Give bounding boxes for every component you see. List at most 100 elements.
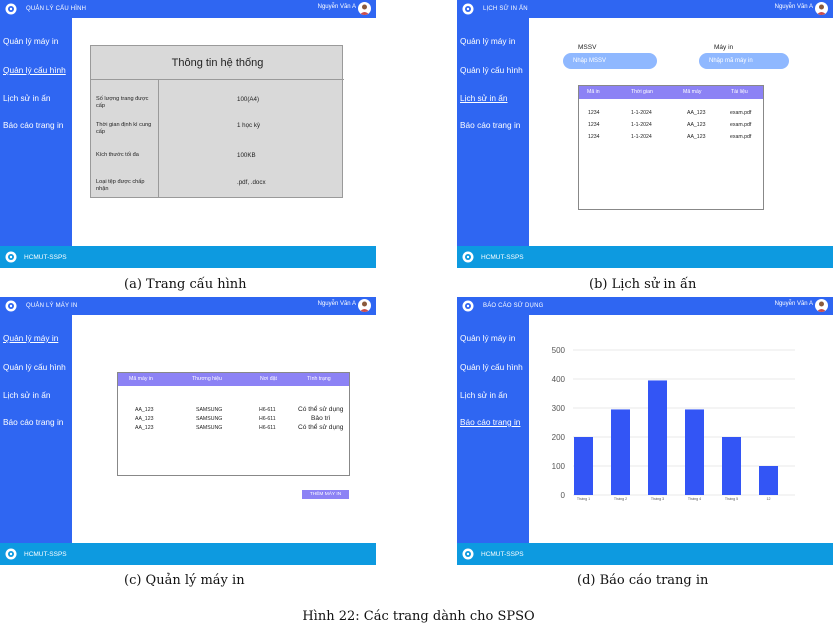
sidebar-item-printers[interactable]: Quản lý máy in <box>460 36 515 46</box>
table-cell: SAMSUNG <box>196 416 223 422</box>
table-cell: 1234 <box>588 122 600 128</box>
sidebar-item-history[interactable]: Lịch sử in ấn <box>460 390 508 400</box>
x-tick-label: Tháng 4 <box>688 497 701 501</box>
x-tick-label: Tháng 5 <box>725 497 738 501</box>
column-header: Thương hiệu <box>192 376 222 382</box>
x-tick-label: 12 <box>767 497 771 501</box>
printer-label: Máy in <box>714 44 734 51</box>
card-title: Thông tin hệ thống <box>91 46 344 80</box>
table-cell: H6-611 <box>259 407 276 413</box>
sidebar-item-printers[interactable]: Quản lý máy in <box>3 333 58 343</box>
printer-table: Mã máy in Thương hiệu Nơi đặt Tình trạng… <box>117 372 350 476</box>
sidebar-item-report[interactable]: Báo cáo trang in <box>460 417 520 427</box>
app-name: HCMUT-SSPS <box>24 550 67 558</box>
table-cell: AA_123 <box>135 425 154 431</box>
header-bar: QUẢN LÝ MÁY IN Nguyễn Văn A <box>0 297 376 315</box>
sidebar-item-report[interactable]: Báo cáo trang in <box>3 120 63 130</box>
panel-report: BÁO CÁO SỬ DỤNG Nguyễn Văn A Quản lý máy… <box>457 297 833 565</box>
y-tick-label: 400 <box>552 375 566 384</box>
sidebar-item-printers[interactable]: Quản lý máy in <box>3 36 58 46</box>
avatar[interactable] <box>815 2 828 15</box>
sidebar-item-config[interactable]: Quản lý cấu hình <box>3 65 66 75</box>
mssv-label: MSSV <box>578 44 597 51</box>
table-cell: AA_123 <box>135 416 154 422</box>
app-name: HCMUT-SSPS <box>24 253 67 261</box>
table-cell: AA_123 <box>135 407 154 413</box>
add-printer-button[interactable]: THÊM MÁY IN <box>302 490 349 499</box>
sidebar-item-config[interactable]: Quản lý cấu hình <box>3 362 66 372</box>
system-info-card: Thông tin hệ thống Số lượng trang được c… <box>90 45 344 198</box>
header-bar: BÁO CÁO SỬ DỤNG Nguyễn Văn A <box>457 297 833 315</box>
row-value: 1 học kỳ <box>237 122 261 129</box>
table-cell: 1-1-2024 <box>631 134 652 140</box>
footer-bar: HCMUT-SSPS <box>0 543 376 565</box>
usage-bar-chart: 0 100 200 300 400 500 Tháng 1 Tháng 2 Tháng 3 Thá… <box>552 346 795 501</box>
app-name: HCMUT-SSPS <box>481 253 524 261</box>
caption-a: (a) Trang cấu hình <box>124 277 247 292</box>
y-tick-label: 300 <box>552 404 566 413</box>
row-label: Loại tệp được chấp nhận <box>96 179 145 192</box>
app-logo-icon <box>461 2 475 16</box>
panel-printers: QUẢN LÝ MÁY IN Nguyễn Văn A Quản lý máy … <box>0 297 376 565</box>
column-header: Tài liệu <box>731 89 748 95</box>
app-logo-icon <box>4 2 18 16</box>
avatar[interactable] <box>815 299 828 312</box>
column-header: Thời gian <box>631 89 653 95</box>
avatar[interactable] <box>358 2 371 15</box>
user-name[interactable]: Nguyễn Văn A <box>318 4 356 10</box>
column-header: Nơi đặt <box>260 376 277 382</box>
app-name: HCMUT-SSPS <box>481 550 524 558</box>
sidebar-item-config[interactable]: Quản lý cấu hình <box>460 362 523 372</box>
panel-config: QUẢN LÝ CẤU HÌNH Nguyễn Văn A Quản lý má… <box>0 0 376 268</box>
page-header-title: LỊCH SỬ IN ẤN <box>483 6 528 12</box>
sidebar-item-config[interactable]: Quản lý cấu hình <box>460 65 523 75</box>
panel-history: LỊCH SỬ IN ẤN Nguyễn Văn A Quản lý máy i… <box>457 0 833 268</box>
table-cell: SAMSUNG <box>196 425 223 431</box>
caption-b: (b) Lịch sử in ấn <box>589 277 697 292</box>
page-header-title: QUẢN LÝ CẤU HÌNH <box>26 6 87 12</box>
app-logo-icon <box>461 299 475 313</box>
bar <box>611 409 630 495</box>
bar <box>685 409 704 495</box>
sidebar-item-report[interactable]: Báo cáo trang in <box>3 417 63 427</box>
sidebar-item-history[interactable]: Lịch sử in ấn <box>460 93 508 103</box>
sidebar: Quản lý máy in Quản lý cấu hình Lịch sử … <box>0 315 72 543</box>
bar <box>648 380 667 495</box>
sidebar-item-history[interactable]: Lịch sử in ấn <box>3 93 51 103</box>
x-tick-label: Tháng 3 <box>651 497 664 501</box>
bar <box>722 437 741 495</box>
row-value: 100(A4) <box>237 96 260 103</box>
sidebar-item-printers[interactable]: Quản lý máy in <box>460 333 515 343</box>
table-cell: AA_123 <box>687 122 706 128</box>
user-name[interactable]: Nguyễn Văn A <box>318 301 356 307</box>
header-bar: QUẢN LÝ CẤU HÌNH Nguyễn Văn A <box>0 0 376 18</box>
footer-bar: HCMUT-SSPS <box>457 246 833 268</box>
table-cell: H6-611 <box>259 425 276 431</box>
printer-input[interactable]: Nhập mã máy in <box>699 53 789 69</box>
footer-bar: HCMUT-SSPS <box>0 246 376 268</box>
status-text: Bảo trì <box>311 415 331 422</box>
table-cell: 1234 <box>588 134 600 140</box>
y-tick-label: 0 <box>561 491 566 500</box>
user-name[interactable]: Nguyễn Văn A <box>775 4 813 10</box>
x-tick-label: Tháng 2 <box>614 497 627 501</box>
table-cell: exam.pdf <box>730 134 752 140</box>
row-label: Số lượng trang được cấp <box>96 96 149 109</box>
page-header-title: BÁO CÁO SỬ DỤNG <box>483 303 544 309</box>
app-logo-icon <box>461 547 475 561</box>
sidebar-item-report[interactable]: Báo cáo trang in <box>460 120 520 130</box>
table-cell: 1234 <box>588 110 600 116</box>
sidebar: Quản lý máy in Quản lý cấu hình Lịch sử … <box>457 18 529 246</box>
figure-caption: Hình 22: Các trang dành cho SPSO <box>302 609 535 624</box>
table-cell: exam.pdf <box>730 122 752 128</box>
column-header: Tình trạng <box>307 376 331 382</box>
bar <box>759 466 778 495</box>
y-tick-label: 200 <box>552 433 566 442</box>
user-name[interactable]: Nguyễn Văn A <box>775 301 813 307</box>
app-logo-icon <box>4 299 18 313</box>
row-label: Kích thước tối đa <box>96 152 139 158</box>
avatar[interactable] <box>358 299 371 312</box>
mssv-input[interactable]: Nhập MSSV <box>563 53 657 69</box>
status-text: Có thể sử dụng <box>298 406 344 413</box>
sidebar-item-history[interactable]: Lịch sử in ấn <box>3 390 51 400</box>
